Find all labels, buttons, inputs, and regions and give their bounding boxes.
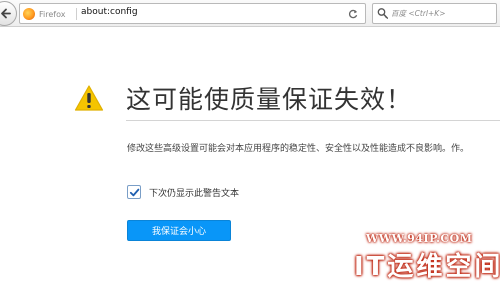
browser-toolbar: Firefox about:config 百度 <Ctrl+K> <box>0 0 500 27</box>
identity-label: Firefox <box>39 9 66 19</box>
reload-button[interactable] <box>345 5 361 23</box>
reload-icon <box>348 9 358 19</box>
promise-careful-button[interactable]: 我保证会小心 <box>127 220 231 241</box>
show-warning-checkbox-label[interactable]: 下次仍显示此警告文本 <box>149 186 239 199</box>
back-arrow-icon <box>1 8 11 19</box>
warning-description: 修改这些高级设置可能会对本应用程序的稳定性、安全性以及性能造成不良影响。作。 <box>127 144 470 154</box>
watermark-brand: IT运维空间 <box>354 252 500 282</box>
checkmark-icon <box>129 188 139 196</box>
url-text[interactable]: about:config <box>81 7 138 17</box>
firefox-logo-icon <box>23 8 35 20</box>
address-bar[interactable]: Firefox about:config <box>19 3 366 24</box>
watermark-url: WWW.94IP.COM <box>366 232 473 245</box>
site-identity[interactable]: Firefox <box>23 5 65 23</box>
title-divider <box>126 120 500 121</box>
search-bar[interactable]: 百度 <Ctrl+K> <box>372 3 497 24</box>
show-warning-checkbox[interactable] <box>127 185 141 199</box>
search-placeholder: 百度 <Ctrl+K> <box>391 9 446 18</box>
back-button[interactable] <box>0 1 17 26</box>
warning-title: 这可能使质量保证失效！ <box>126 85 413 114</box>
promise-careful-button-label: 我保证会小心 <box>151 227 206 237</box>
warning-icon <box>74 85 104 111</box>
identity-divider <box>76 8 77 20</box>
search-icon <box>377 8 388 19</box>
